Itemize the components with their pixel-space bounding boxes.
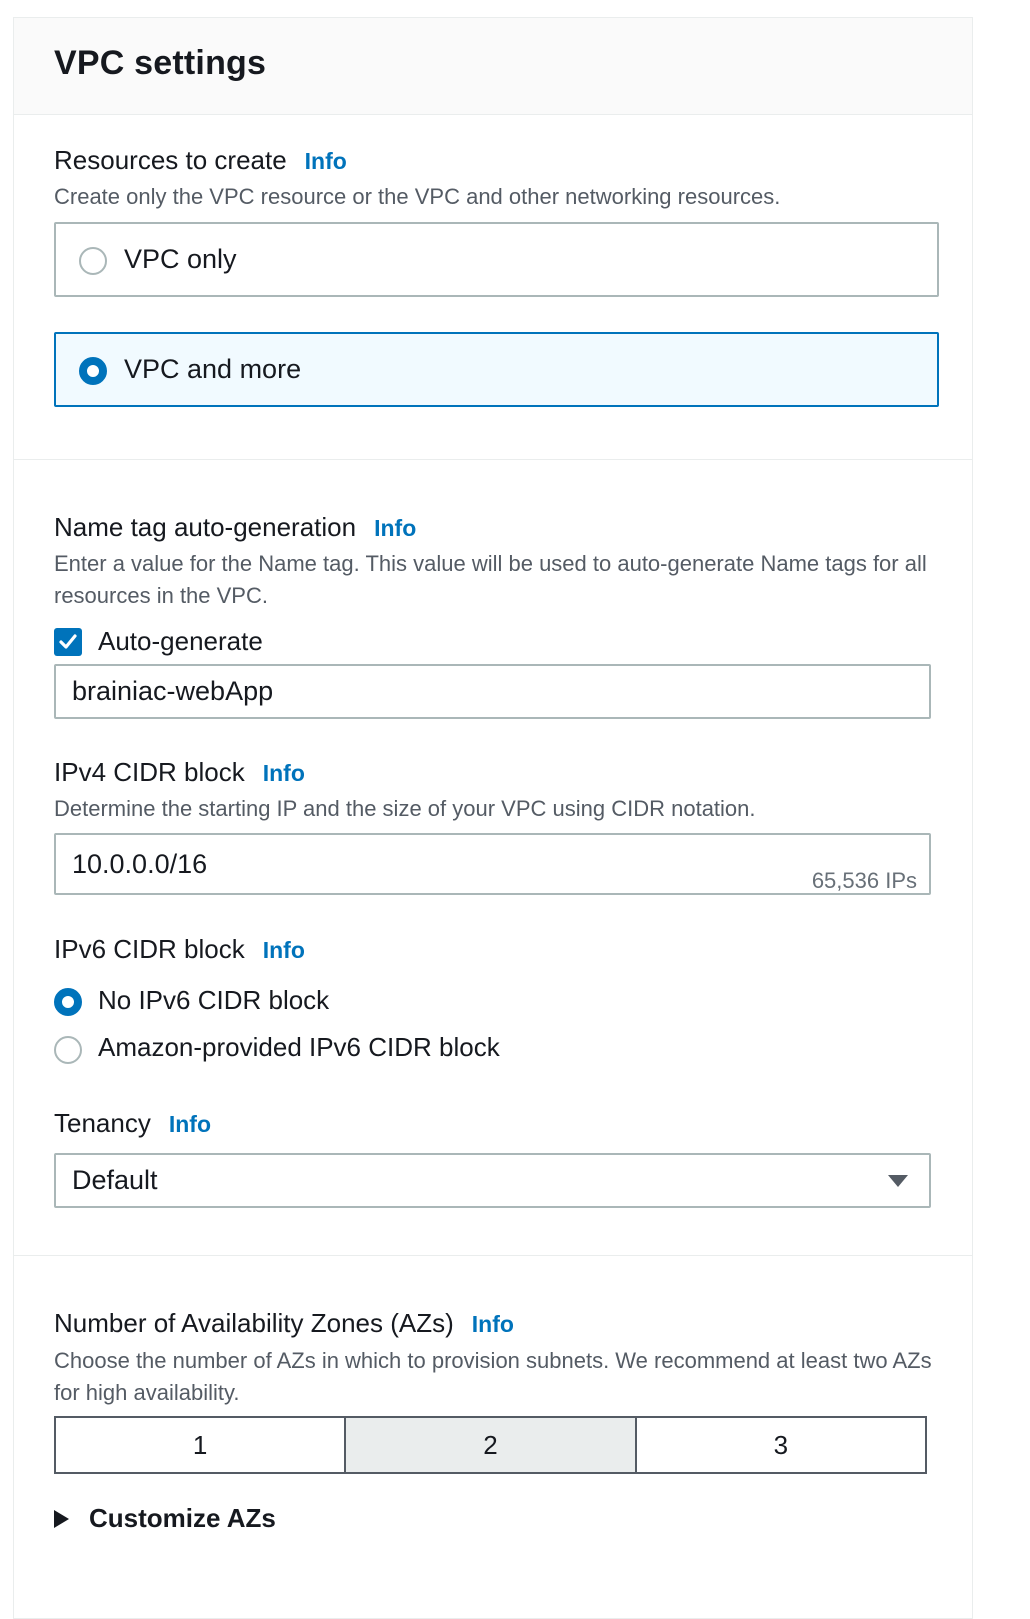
tenancy-info-link[interactable]: Info [169,1111,211,1137]
section-divider [14,459,972,460]
ipv6-label-row: IPv6 CIDR block Info [54,934,305,965]
resource-option-label: VPC only [124,244,237,274]
auto-generate-label: Auto-generate [98,626,263,656]
name-tag-description: Enter a value for the Name tag. This val… [54,551,927,608]
section-divider [14,1255,972,1256]
panel-header: VPC settings [14,18,972,115]
name-tag-input[interactable]: brainiac-webApp [54,664,931,719]
resources-label-row: Resources to create Info [54,145,347,176]
customize-azs-expander[interactable]: Customize AZs [54,1503,276,1534]
tenancy-label-row: Tenancy Info [54,1108,211,1139]
resource-option-vpc-and-more[interactable]: VPC and more [54,332,939,407]
vpc-settings-panel: VPC settings Resources to create Info Cre… [13,17,973,1619]
ipv4-cidr-value: 10.0.0.0/16 [72,849,208,879]
resources-info-link[interactable]: Info [305,148,347,174]
radio-icon [79,247,107,275]
name-tag-label-row: Name tag auto-generation Info [54,512,416,543]
ipv6-option-amazon-label[interactable]: Amazon-provided IPv6 CIDR block [98,1032,500,1063]
ipv4-ip-count: 65,536 IPs [811,868,917,893]
resources-description: Create only the VPC resource or the VPC … [54,184,781,209]
az-option-2[interactable]: 2 [344,1418,635,1472]
ipv4-label: IPv4 CIDR block [54,757,245,787]
ipv6-info-link[interactable]: Info [263,937,305,963]
resources-label: Resources to create [54,145,287,175]
panel-title: VPC settings [54,44,267,82]
caret-down-icon [888,1175,908,1187]
auto-generate-checkbox[interactable] [54,628,82,656]
azs-label: Number of Availability Zones (AZs) [54,1308,454,1338]
ipv6-label: IPv6 CIDR block [54,934,245,964]
ipv4-description: Determine the starting IP and the size o… [54,796,756,821]
az-option-3[interactable]: 3 [634,1418,925,1472]
customize-azs-label: Customize AZs [89,1503,276,1533]
az-option-1[interactable]: 1 [56,1418,345,1472]
azs-description: Choose the number of AZs in which to pro… [54,1348,932,1405]
azs-segmented-control: 1 2 3 [54,1416,927,1474]
caret-right-icon [54,1510,69,1528]
resource-option-vpc-only[interactable]: VPC only [54,222,939,297]
checkbox-check-icon [59,634,77,649]
radio-icon [79,357,107,385]
ipv4-label-row: IPv4 CIDR block Info [54,757,305,788]
ipv4-info-link[interactable]: Info [263,760,305,786]
ipv6-option-amazon-radio[interactable] [54,1036,82,1064]
name-tag-label: Name tag auto-generation [54,512,357,542]
name-tag-info-link[interactable]: Info [374,515,416,541]
ipv6-option-none-label[interactable]: No IPv6 CIDR block [98,985,329,1016]
resource-option-label: VPC and more [124,354,302,384]
ipv4-cidr-input[interactable]: 10.0.0.0/16 65,536 IPs [54,833,931,895]
tenancy-select[interactable]: Default [54,1153,931,1208]
ipv6-option-none-radio[interactable] [54,988,82,1016]
tenancy-selected-value: Default [72,1165,158,1195]
azs-label-row: Number of Availability Zones (AZs) Info [54,1308,514,1339]
azs-info-link[interactable]: Info [472,1311,514,1337]
tenancy-label: Tenancy [54,1108,151,1138]
